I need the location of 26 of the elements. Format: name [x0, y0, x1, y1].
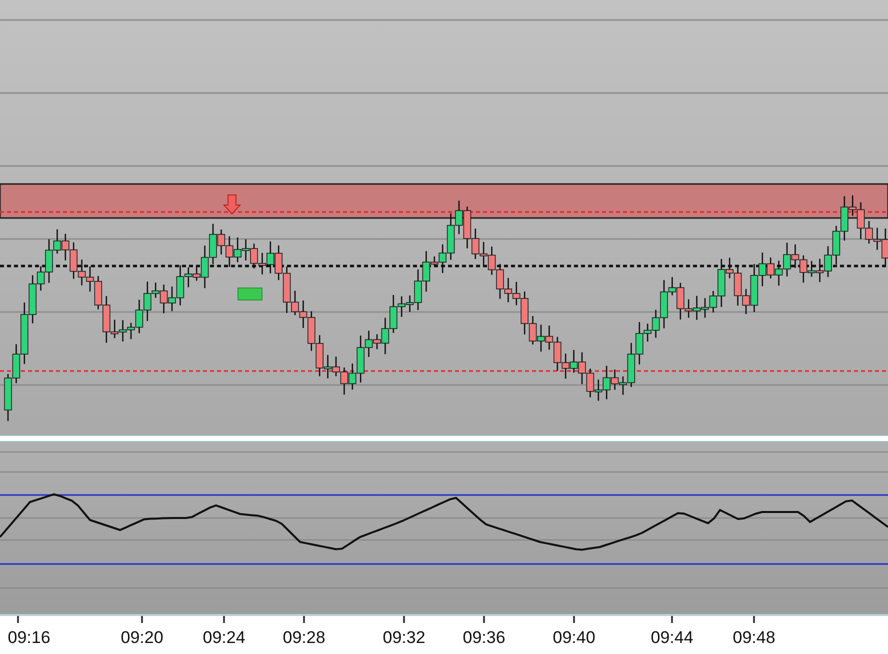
- candlestick: [463, 206, 472, 248]
- candlestick: [692, 296, 701, 320]
- candlestick: [774, 260, 783, 286]
- candlestick: [488, 246, 496, 275]
- time-label: 09:32: [382, 628, 426, 648]
- signal-marker: [238, 288, 262, 300]
- candlestick: [586, 368, 594, 398]
- candlestick: [94, 276, 102, 310]
- candlestick: [570, 350, 578, 373]
- time-label: 09:20: [120, 628, 164, 648]
- candlestick: [504, 278, 512, 302]
- candlestick: [78, 260, 86, 286]
- candlestick: [832, 226, 840, 264]
- candlestick: [242, 239, 250, 260]
- candlestick: [340, 368, 348, 395]
- candlestick: [791, 244, 800, 268]
- time-label: 09:28: [282, 628, 326, 648]
- down-arrow-icon: [222, 194, 242, 215]
- time-label: 09:48: [732, 628, 776, 648]
- time-label: 09:16: [8, 628, 50, 648]
- candlestick: [545, 326, 554, 350]
- time-label: 09:24: [202, 628, 246, 648]
- time-label: 09:36: [462, 628, 506, 648]
- time-label: 09:44: [650, 628, 694, 648]
- candlestick: [118, 320, 127, 342]
- time-label: 09:40: [552, 628, 596, 648]
